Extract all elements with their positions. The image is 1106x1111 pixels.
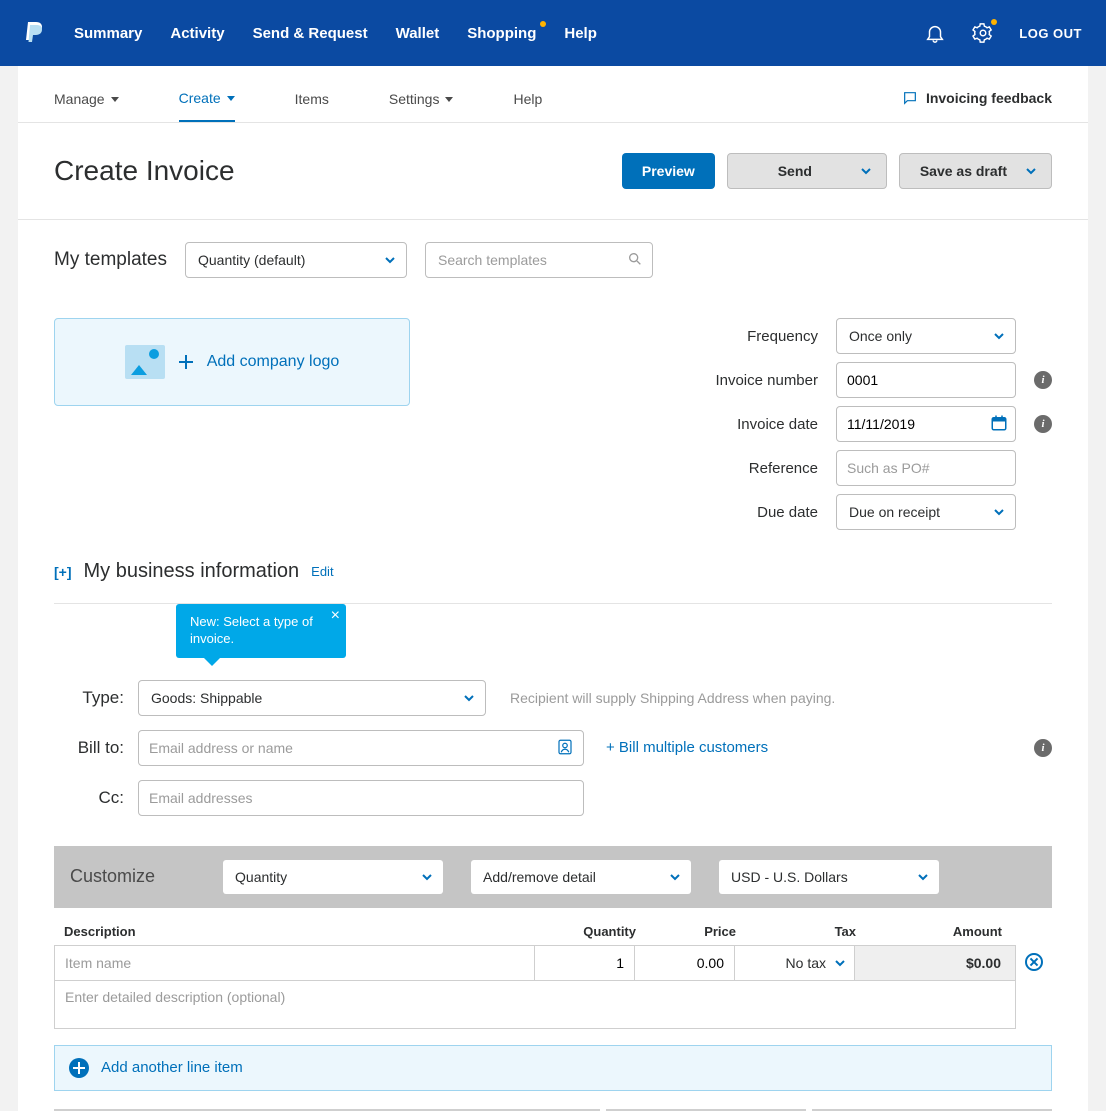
customize-currency-select[interactable]: USD - U.S. Dollars — [719, 860, 939, 894]
chevron-down-icon — [917, 871, 929, 883]
nav-summary[interactable]: Summary — [74, 25, 142, 42]
info-icon[interactable]: i — [1034, 739, 1052, 757]
due-date-label: Due date — [678, 504, 818, 521]
close-tooltip-icon[interactable]: × — [331, 608, 340, 624]
calendar-icon[interactable] — [990, 414, 1008, 437]
business-info-label: My business information — [84, 560, 300, 583]
item-name-input[interactable] — [55, 946, 534, 980]
subnav-help[interactable]: Help — [513, 91, 542, 121]
frequency-select[interactable]: Once only — [836, 318, 1016, 354]
template-select[interactable]: Quantity (default) — [185, 242, 407, 278]
info-icon[interactable]: i — [1034, 415, 1052, 433]
info-icon[interactable]: i — [1034, 371, 1052, 389]
notifications-bell-icon[interactable] — [923, 21, 947, 45]
subnav-create[interactable]: Create — [179, 90, 235, 122]
page-title: Create Invoice — [54, 155, 235, 187]
add-line-item-button[interactable]: Add another line item — [54, 1045, 1052, 1091]
item-quantity-input[interactable] — [535, 946, 634, 980]
reference-label: Reference — [678, 460, 818, 477]
chevron-down-icon — [111, 97, 119, 102]
save-as-draft-button[interactable]: Save as draft — [899, 153, 1052, 189]
due-date-select[interactable]: Due on receipt — [836, 494, 1016, 530]
search-icon — [627, 251, 643, 272]
bill-to-input[interactable] — [138, 730, 584, 766]
nav-activity[interactable]: Activity — [170, 25, 224, 42]
paypal-logo-icon[interactable] — [24, 20, 46, 46]
line-item-row: No tax $0.00 — [54, 945, 1016, 981]
search-templates-input[interactable] — [425, 242, 653, 278]
plus-icon — [179, 355, 193, 369]
send-button[interactable]: Send — [727, 153, 887, 189]
customize-label: Customize — [68, 866, 155, 887]
remove-icon — [1025, 953, 1043, 971]
chevron-down-icon — [384, 254, 396, 266]
bill-multiple-link[interactable]: + Bill multiple customers — [606, 739, 768, 756]
image-placeholder-icon — [125, 345, 165, 379]
subnav-settings[interactable]: Settings — [389, 91, 454, 121]
notification-dot-icon — [991, 19, 997, 25]
contact-card-icon[interactable] — [556, 738, 574, 761]
column-description: Description — [64, 924, 536, 939]
customize-bar: Customize Quantity Add/remove detail USD… — [54, 846, 1052, 908]
edit-business-info-link[interactable]: Edit — [311, 564, 333, 579]
invoice-type-select[interactable]: Goods: Shippable — [138, 680, 486, 716]
item-price-input[interactable] — [635, 946, 734, 980]
add-company-logo-button[interactable]: Add company logo — [54, 318, 410, 406]
expand-business-info-icon[interactable]: [+] — [54, 564, 72, 580]
cc-label: Cc: — [54, 788, 124, 808]
item-description-input[interactable] — [55, 981, 1015, 1023]
invoice-date-input[interactable] — [836, 406, 1016, 442]
invoice-date-label: Invoice date — [678, 416, 818, 433]
column-quantity: Quantity — [536, 924, 636, 939]
bill-to-label: Bill to: — [54, 738, 124, 758]
chevron-down-icon — [445, 97, 453, 102]
item-tax-select[interactable]: No tax — [735, 946, 855, 980]
my-templates-label: My templates — [54, 249, 167, 271]
invoicing-feedback-link[interactable]: Invoicing feedback — [902, 90, 1052, 106]
items-table-header: Description Quantity Price Tax Amount — [54, 924, 1052, 945]
customize-detail-select[interactable]: Add/remove detail — [471, 860, 691, 894]
chevron-down-icon — [860, 165, 872, 177]
subnav-manage[interactable]: Manage — [54, 91, 119, 121]
remove-line-item-button[interactable] — [1016, 945, 1052, 971]
chevron-down-icon — [993, 330, 1005, 342]
chevron-down-icon — [993, 506, 1005, 518]
chevron-down-icon — [227, 96, 235, 101]
invoice-number-label: Invoice number — [678, 372, 818, 389]
logout-link[interactable]: LOG OUT — [1019, 26, 1082, 41]
reference-input[interactable] — [836, 450, 1016, 486]
notification-dot-icon — [540, 21, 546, 27]
column-tax: Tax — [736, 924, 856, 939]
invoice-number-input[interactable] — [836, 362, 1016, 398]
customize-quantity-select[interactable]: Quantity — [223, 860, 443, 894]
nav-help[interactable]: Help — [564, 25, 597, 42]
column-amount: Amount — [856, 924, 1016, 939]
preview-button[interactable]: Preview — [622, 153, 715, 189]
top-nav: Summary Activity Send & Request Wallet S… — [0, 0, 1106, 66]
chat-icon — [902, 90, 918, 106]
plus-circle-icon — [69, 1058, 89, 1078]
nav-wallet[interactable]: Wallet — [396, 25, 440, 42]
chevron-down-icon — [1025, 165, 1037, 177]
type-label: Type: — [54, 688, 124, 708]
settings-gear-icon[interactable] — [971, 21, 995, 45]
chevron-down-icon — [421, 871, 433, 883]
invoice-type-tooltip: New: Select a type of invoice. × — [176, 604, 346, 658]
chevron-down-icon — [834, 957, 846, 969]
footer-separator — [54, 1109, 1052, 1111]
chevron-down-icon — [463, 692, 475, 704]
type-hint-text: Recipient will supply Shipping Address w… — [510, 690, 835, 706]
cc-input[interactable] — [138, 780, 584, 816]
invoice-subnav: Manage Create Items Settings Help Invoic… — [18, 66, 1088, 123]
subnav-items[interactable]: Items — [295, 91, 329, 121]
nav-send-request[interactable]: Send & Request — [253, 25, 368, 42]
item-amount-value: $0.00 — [855, 946, 1015, 980]
frequency-label: Frequency — [678, 328, 818, 345]
chevron-down-icon — [669, 871, 681, 883]
column-price: Price — [636, 924, 736, 939]
nav-shopping[interactable]: Shopping — [467, 25, 536, 42]
